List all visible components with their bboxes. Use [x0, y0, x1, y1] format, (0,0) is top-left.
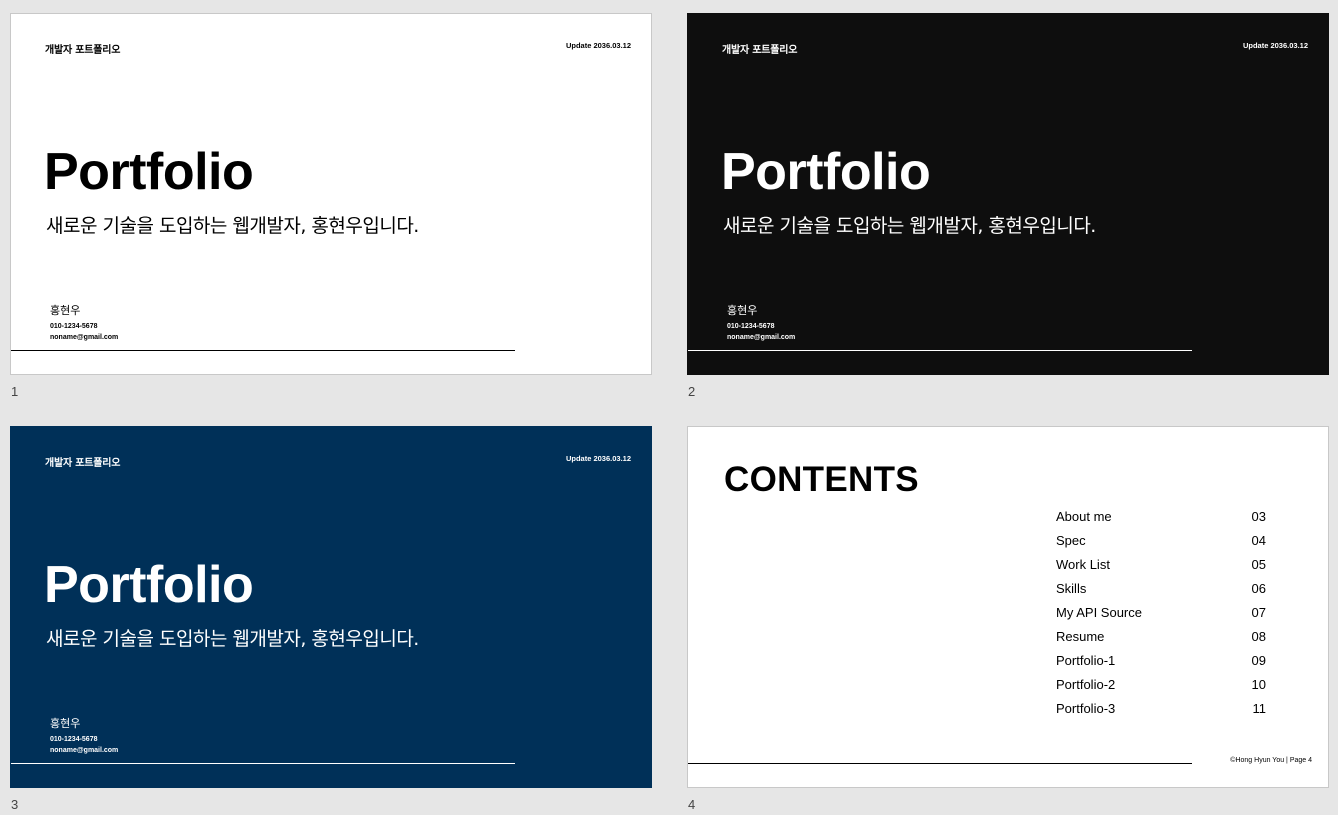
- toc-item[interactable]: Resume 08: [1056, 629, 1268, 653]
- slide-number-3: 3: [11, 797, 19, 812]
- slide-number-1: 1: [11, 384, 19, 399]
- toc-label: Skills: [1056, 581, 1087, 596]
- author-email: noname@gmail.com: [727, 334, 796, 341]
- header-title: 개발자 포트폴리오: [45, 45, 121, 56]
- header-title: 개발자 포트폴리오: [45, 458, 121, 469]
- toc-label: My API Source: [1056, 605, 1142, 620]
- toc-page: 05: [1251, 557, 1266, 572]
- contents-title: CONTENTS: [724, 460, 919, 499]
- author-email: noname@gmail.com: [50, 747, 119, 754]
- portfolio-title: Portfolio: [721, 143, 931, 201]
- author-name: 홍현우: [727, 304, 758, 317]
- divider-line: [688, 350, 1192, 351]
- update-date: Update 2036.03.12: [565, 454, 631, 463]
- toc-label: Spec: [1056, 533, 1086, 548]
- toc-item[interactable]: My API Source 07: [1056, 605, 1268, 629]
- toc-item[interactable]: About me 03: [1056, 509, 1268, 533]
- toc-item[interactable]: Portfolio-1 09: [1056, 653, 1268, 677]
- slide-number-4: 4: [688, 797, 696, 812]
- author-name: 홍현우: [50, 304, 81, 317]
- table-of-contents: About me 03 Spec 04 Work List 05 Skills 06 M…: [1056, 509, 1268, 725]
- portfolio-title: Portfolio: [44, 556, 254, 614]
- toc-page: 08: [1251, 629, 1266, 644]
- toc-label: Resume: [1056, 629, 1105, 644]
- author-phone: 010-1234-5678: [50, 323, 98, 330]
- toc-item[interactable]: Spec 04: [1056, 533, 1268, 557]
- update-date: Update 2036.03.12: [1242, 41, 1308, 50]
- divider-line: [688, 763, 1192, 764]
- slide-number-2: 2: [688, 384, 696, 399]
- toc-label: Portfolio-2: [1056, 677, 1116, 692]
- toc-label: Work List: [1056, 557, 1110, 572]
- portfolio-subtitle: 새로운 기술을 도입하는 웹개발자, 홍현우입니다.: [46, 215, 419, 237]
- toc-page: 04: [1251, 533, 1266, 548]
- portfolio-subtitle: 새로운 기술을 도입하는 웹개발자, 홍현우입니다.: [723, 215, 1096, 237]
- toc-label: Portfolio-1: [1056, 653, 1116, 668]
- toc-item[interactable]: Work List 05: [1056, 557, 1268, 581]
- toc-label: Portfolio-3: [1056, 701, 1116, 716]
- toc-item[interactable]: Skills 06: [1056, 581, 1268, 605]
- author-phone: 010-1234-5678: [727, 323, 775, 330]
- slide-thumbnail-4[interactable]: CONTENTS About me 03 Spec 04 Work List 05 S…: [687, 426, 1329, 788]
- portfolio-title: Portfolio: [44, 143, 254, 201]
- toc-page: 07: [1251, 605, 1266, 620]
- toc-page: 11: [1252, 701, 1267, 716]
- toc-item[interactable]: Portfolio-3 11: [1056, 701, 1268, 725]
- divider-line: [11, 350, 515, 351]
- toc-page: 09: [1251, 653, 1266, 668]
- toc-page: 10: [1251, 677, 1266, 692]
- divider-line: [11, 763, 515, 764]
- update-date: Update 2036.03.12: [565, 41, 631, 50]
- toc-page: 03: [1251, 509, 1266, 524]
- portfolio-subtitle: 새로운 기술을 도입하는 웹개발자, 홍현우입니다.: [46, 628, 419, 650]
- author-phone: 010-1234-5678: [50, 736, 98, 743]
- slide-thumbnail-2[interactable]: 개발자 포트폴리오 Update 2036.03.12 Portfolio 새로…: [687, 13, 1329, 375]
- footer-copyright: ©Hong Hyun You | Page 4: [1230, 757, 1312, 764]
- slide-sorter-grid: 개발자 포트폴리오 Update 2036.03.12 Portfolio 새로…: [0, 0, 1338, 815]
- author-name: 홍현우: [50, 717, 81, 730]
- toc-item[interactable]: Portfolio-2 10: [1056, 677, 1268, 701]
- toc-page: 06: [1251, 581, 1266, 596]
- header-title: 개발자 포트폴리오: [722, 45, 798, 56]
- slide-thumbnail-1[interactable]: 개발자 포트폴리오 Update 2036.03.12 Portfolio 새로…: [10, 13, 652, 375]
- author-email: noname@gmail.com: [50, 334, 119, 341]
- slide-thumbnail-3[interactable]: 개발자 포트폴리오 Update 2036.03.12 Portfolio 새로…: [10, 426, 652, 788]
- toc-label: About me: [1056, 509, 1112, 524]
